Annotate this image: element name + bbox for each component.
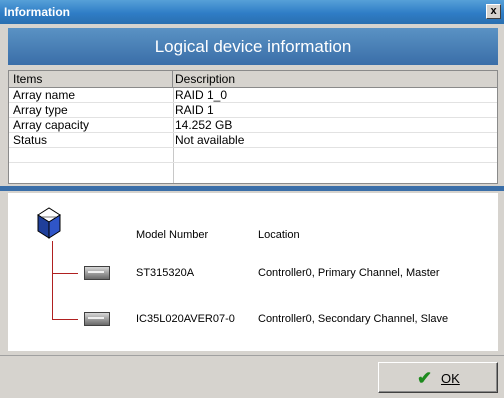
section-divider <box>0 186 504 191</box>
column-header-items[interactable]: Items <box>9 71 173 88</box>
table-row[interactable]: Status Not available <box>9 133 497 148</box>
table-row[interactable]: Array name RAID 1_0 <box>9 88 497 103</box>
title-bar[interactable]: Information x <box>0 0 504 24</box>
tree-connector <box>52 241 53 319</box>
banner-heading: Logical device information <box>8 28 498 65</box>
row-description: RAID 1_0 <box>175 88 228 102</box>
row-item: Array type <box>13 103 68 117</box>
ok-button[interactable]: ✔ OK <box>378 362 498 393</box>
close-icon: x <box>490 5 497 17</box>
hard-drive-icon[interactable] <box>84 266 110 280</box>
properties-table: Items Description Array name RAID 1_0 Ar… <box>8 70 498 184</box>
device-model[interactable]: ST315320A <box>136 267 194 279</box>
row-item: Status <box>13 133 48 147</box>
information-dialog: Information x Logical device information… <box>0 0 504 398</box>
row-description: RAID 1 <box>175 103 214 117</box>
model-number-header: Model Number <box>136 229 209 241</box>
table-row[interactable]: Array capacity 14.252 GB <box>9 118 497 133</box>
tree-branch <box>52 319 78 320</box>
row-item: Array name <box>13 88 76 102</box>
row-item: Array capacity <box>13 118 90 132</box>
array-cube-icon[interactable] <box>34 205 64 241</box>
table-row[interactable]: Array type RAID 1 <box>9 103 497 118</box>
tree-branch <box>52 273 78 274</box>
table-row-empty[interactable] <box>9 148 497 163</box>
device-tree-panel: Model Number Location ST315320A Controll… <box>8 193 498 351</box>
window-title: Information <box>4 5 70 19</box>
ok-label: OK <box>441 371 460 386</box>
device-location: Controller0, Primary Channel, Master <box>258 267 440 279</box>
device-model[interactable]: IC35L020AVER07-0 <box>136 313 235 325</box>
column-header-description[interactable]: Description <box>175 71 235 88</box>
checkmark-icon: ✔ <box>417 368 433 388</box>
close-button[interactable]: x <box>486 4 501 19</box>
button-bar: ✔ OK <box>0 355 504 398</box>
hard-drive-icon[interactable] <box>84 312 110 326</box>
row-description: Not available <box>175 133 245 147</box>
row-description: 14.252 GB <box>175 118 233 132</box>
location-header: Location <box>258 229 300 241</box>
device-location: Controller0, Secondary Channel, Slave <box>258 313 449 325</box>
table-header: Items Description <box>9 71 497 88</box>
